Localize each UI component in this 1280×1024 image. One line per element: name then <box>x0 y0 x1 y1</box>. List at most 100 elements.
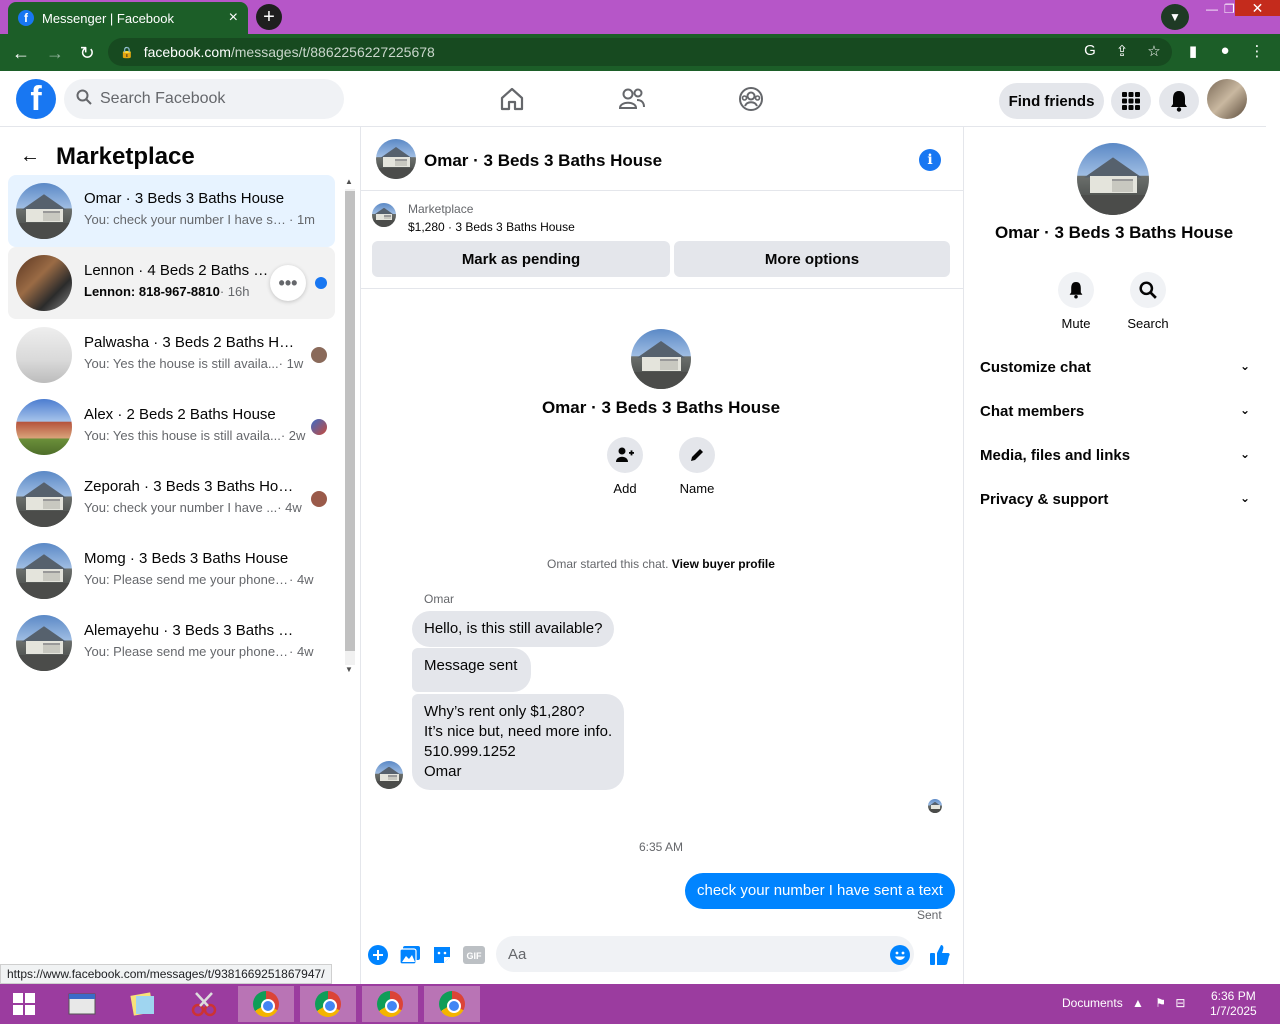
documents-toolbar[interactable]: Documents <box>1062 996 1123 1010</box>
menu-grid-icon[interactable] <box>1111 83 1151 119</box>
mark-as-pending-button[interactable]: Mark as pending <box>372 241 670 277</box>
listing-thumbnail[interactable] <box>372 203 396 227</box>
scroll-up-icon[interactable]: ▲ <box>345 177 353 186</box>
notifications-bell-icon[interactable] <box>1159 83 1199 119</box>
conversation-item[interactable]: Omar · 3 Beds 3 Baths House You: check y… <box>8 175 335 247</box>
browser-tab[interactable]: f Messenger | Facebook × <box>8 2 248 34</box>
home-icon[interactable] <box>496 83 528 115</box>
close-window-button[interactable]: ✕ <box>1235 0 1280 16</box>
tab-search-button[interactable]: ▼ <box>1161 4 1189 30</box>
conversation-item[interactable]: Zeporah · 3 Beds 3 Baths Hou... You: che… <box>8 463 335 535</box>
find-friends-button[interactable]: Find friends <box>999 83 1104 119</box>
back-arrow-icon[interactable]: ← <box>20 145 40 168</box>
mute-button[interactable]: Mute <box>1046 272 1106 331</box>
search-icon <box>76 89 92 109</box>
profile-icon[interactable]: ● <box>1215 42 1235 59</box>
listing-thumbnail <box>16 543 72 599</box>
share-icon[interactable]: ⇪ <box>1112 42 1132 60</box>
customize-chat-item[interactable]: Customize chat ⌄ <box>980 359 1250 376</box>
network-icon[interactable]: ⊟ <box>1175 996 1185 1010</box>
conversation-preview: You: Yes the house is still availa... · 1… <box>84 356 304 371</box>
address-bar[interactable]: 🔒 facebook.com/messages/t/88622562272256… <box>108 38 1172 66</box>
google-icon[interactable]: G <box>1080 42 1100 59</box>
reload-icon[interactable]: ↻ <box>74 40 100 66</box>
conversation-item[interactable]: Momg · 3 Beds 3 Baths House You: Please … <box>8 535 335 607</box>
listing-thumbnail <box>16 399 72 455</box>
lock-icon[interactable]: 🔒 <box>120 46 134 59</box>
listing-thumbnail <box>16 255 72 311</box>
listing-price[interactable]: $1,280 · 3 Beds 3 Baths House <box>408 220 575 234</box>
started-text: Omar started this chat. <box>547 557 669 571</box>
view-buyer-profile-link[interactable]: View buyer profile <box>672 557 775 571</box>
emoji-icon[interactable] <box>889 944 911 966</box>
gif-icon[interactable]: GIF <box>463 944 485 966</box>
message-input[interactable]: Aa <box>496 936 914 972</box>
conversation-item[interactable]: Lennon · 4 Beds 2 Baths House Lennon: 81… <box>8 247 335 319</box>
photo-icon[interactable] <box>399 944 421 966</box>
snipping-tool-icon[interactable] <box>176 986 232 1022</box>
chrome-taskbar-icon[interactable] <box>362 986 418 1022</box>
message-bubble[interactable]: Why’s rent only $1,280? It’s nice but, n… <box>412 694 625 790</box>
thumbs-up-icon[interactable] <box>929 944 951 966</box>
more-options-button[interactable]: ••• <box>270 265 306 301</box>
listing-thumbnail <box>16 183 72 239</box>
conversation-item[interactable]: Alex · 2 Beds 2 Baths House You: Yes thi… <box>8 391 335 463</box>
file-explorer-icon[interactable] <box>54 986 110 1022</box>
message-line: Why’s rent only $1,280? <box>424 703 585 720</box>
conversation-name: Alemayehu · 3 Beds 3 Baths Ho... <box>84 622 299 639</box>
chat-started-notice: Omar started this chat. View buyer profi… <box>361 557 961 571</box>
plus-circle-icon[interactable] <box>367 944 389 966</box>
sticky-notes-icon[interactable] <box>114 986 170 1022</box>
conversation-item[interactable]: Alemayehu · 3 Beds 3 Baths Ho... You: Pl… <box>8 607 335 679</box>
new-tab-button[interactable]: + <box>256 4 282 30</box>
chevron-up-icon[interactable]: ▲ <box>1132 996 1144 1010</box>
message-bubble[interactable]: Message sent <box>412 648 532 692</box>
search-in-chat-button[interactable]: Search <box>1118 272 1178 331</box>
more-options-button[interactable]: More options <box>674 241 950 277</box>
system-clock[interactable]: 6:36 PM 1/7/2025 <box>1210 989 1257 1019</box>
restore-button[interactable]: ❐ <box>1224 2 1235 16</box>
chat-members-item[interactable]: Chat members ⌄ <box>980 403 1250 420</box>
marketplace-title: Marketplace <box>56 143 195 170</box>
chrome-taskbar-icon[interactable] <box>238 986 294 1022</box>
friends-icon[interactable] <box>616 83 648 115</box>
listing-thumbnail <box>16 615 72 671</box>
conversation-scrollbar[interactable]: ▲ ▼ <box>343 177 357 677</box>
name-chat-button[interactable]: Name <box>667 437 727 496</box>
search-facebook-input[interactable]: Search Facebook <box>64 79 344 119</box>
tab-close-icon[interactable]: × <box>229 9 238 27</box>
page-scrollbar[interactable] <box>1266 71 1280 984</box>
account-avatar[interactable] <box>1207 79 1247 119</box>
message-bubble[interactable]: Hello, is this still available? <box>412 611 615 647</box>
privacy-support-item[interactable]: Privacy & support ⌄ <box>980 491 1250 508</box>
chat-title[interactable]: Omar · 3 Beds 3 Baths House <box>424 151 662 171</box>
chrome-taskbar-icon[interactable] <box>300 986 356 1022</box>
conversation-preview: You: Please send me your phone n... · 4w <box>84 644 314 659</box>
sticker-icon[interactable] <box>431 944 453 966</box>
bookmark-star-icon[interactable]: ☆ <box>1144 42 1164 60</box>
bell-icon <box>1058 272 1094 308</box>
add-label: Add <box>613 481 637 496</box>
chat-avatar[interactable] <box>376 139 416 179</box>
flag-icon[interactable]: ⚑ <box>1155 996 1166 1010</box>
conversation-item[interactable]: Palwasha · 3 Beds 2 Baths Ho... You: Yes… <box>8 319 335 391</box>
forward-arrow-icon[interactable]: → <box>42 40 68 66</box>
scroll-down-icon[interactable]: ▼ <box>345 665 353 674</box>
menu-kebab-icon[interactable]: ⋮ <box>1247 42 1267 60</box>
groups-icon[interactable] <box>735 83 767 115</box>
side-panel-icon[interactable]: ▮ <box>1183 42 1203 60</box>
sender-avatar[interactable] <box>375 761 403 789</box>
chrome-taskbar-icon[interactable] <box>424 986 480 1022</box>
back-arrow-icon[interactable]: ← <box>8 40 34 66</box>
my-message-bubble[interactable]: check your number I have sent a text <box>685 873 955 909</box>
message-line: It’s nice but, need more info. <box>424 723 613 740</box>
conversation-preview: You: Please send me your phone n... · 4w <box>84 572 314 587</box>
minimize-button[interactable]: — <box>1206 2 1218 16</box>
add-people-button[interactable]: Add <box>595 437 655 496</box>
start-windows-icon[interactable] <box>0 986 48 1022</box>
url-path: /messages/t/8862256227225678 <box>230 44 435 60</box>
facebook-logo-icon[interactable]: f <box>16 79 56 119</box>
info-icon[interactable]: i <box>919 149 941 171</box>
media-files-links-item[interactable]: Media, files and links ⌄ <box>980 447 1250 464</box>
mute-label: Mute <box>1061 316 1091 331</box>
